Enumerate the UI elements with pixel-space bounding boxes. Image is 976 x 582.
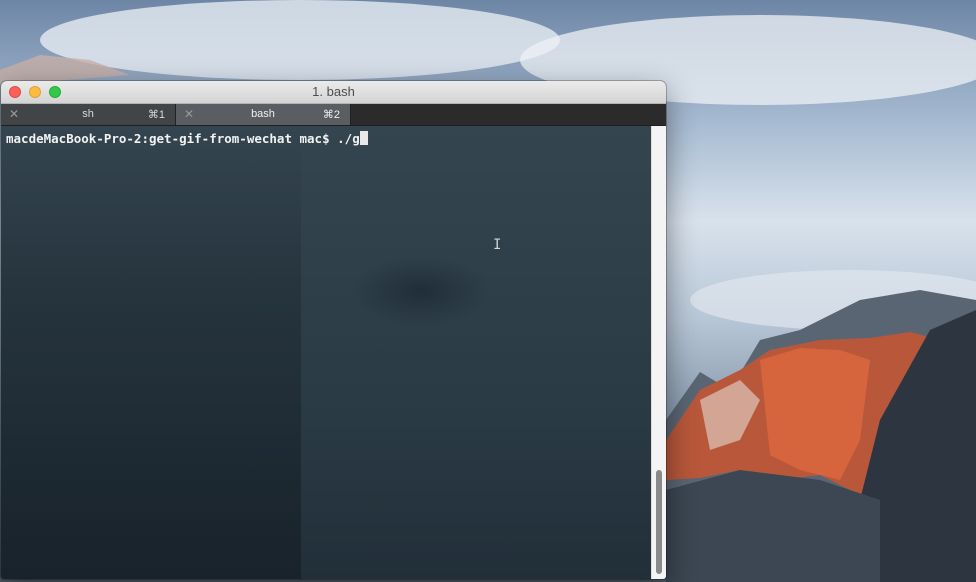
terminal-cursor [359,131,368,145]
window-title: 1. bash [312,84,355,99]
text-cursor-icon: I [493,237,502,253]
scrollbar-thumb[interactable] [656,470,662,574]
tab-bar: ✕ sh ⌘1 ✕ bash ⌘2 [1,104,666,126]
terminal-line: macdeMacBook-Pro-2:get-gif-from-wechat m… [6,131,368,146]
terminal-command: ./g [337,131,360,146]
vertical-scrollbar[interactable] [651,126,666,579]
tab-shortcut: ⌘2 [322,109,340,121]
desktop: 1. bash ✕ sh ⌘1 ✕ bash ⌘2 macdeMacBook-P… [0,0,976,582]
tab-bash[interactable]: ✕ bash ⌘2 [176,104,351,125]
tab-sh[interactable]: ✕ sh ⌘1 [1,104,176,125]
tab-bar-empty-area [351,104,666,125]
terminal-window[interactable]: 1. bash ✕ sh ⌘1 ✕ bash ⌘2 macdeMacBook-P… [1,81,666,579]
terminal-content[interactable]: macdeMacBook-Pro-2:get-gif-from-wechat m… [1,126,666,579]
title-bar[interactable]: 1. bash [1,81,666,104]
terminal-prompt: macdeMacBook-Pro-2:get-gif-from-wechat m… [6,131,338,146]
tab-shortcut: ⌘1 [147,109,165,121]
